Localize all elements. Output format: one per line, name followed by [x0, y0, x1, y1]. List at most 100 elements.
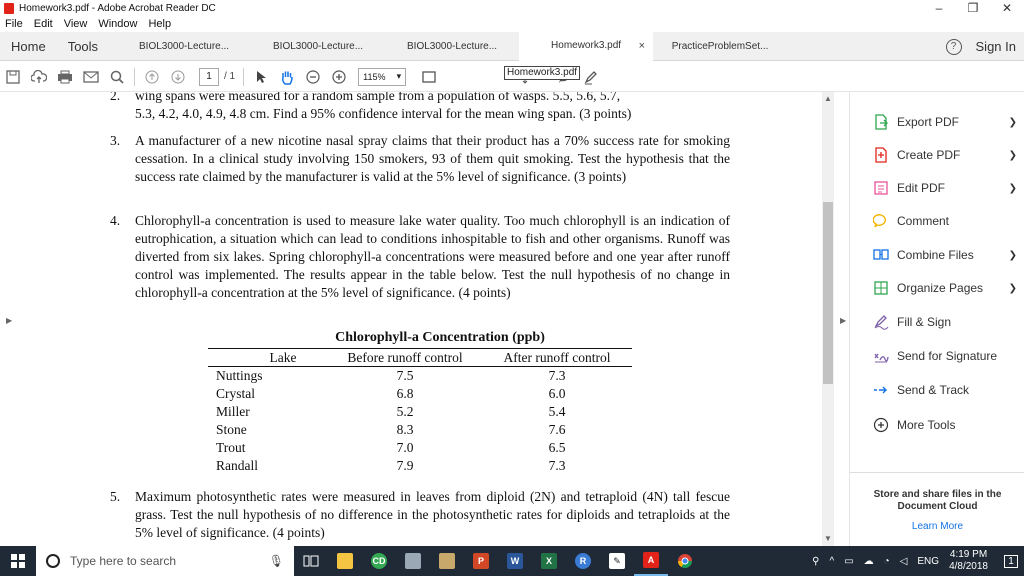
table-row: Trout 7.0 6.5: [208, 439, 632, 457]
file-explorer-icon[interactable]: [328, 546, 362, 576]
send-signature-icon: [872, 347, 890, 365]
page-number-input[interactable]: 1: [199, 67, 219, 86]
tool-combine-files[interactable]: Combine Files ❯: [872, 245, 1017, 265]
table-cell: Crystal: [216, 385, 255, 401]
select-cursor-icon[interactable]: [248, 62, 274, 92]
scroll-up-icon[interactable]: ▲: [824, 94, 832, 103]
zoom-out-icon[interactable]: [300, 62, 326, 92]
chevron-down-icon[interactable]: ❯: [1009, 283, 1017, 294]
toolbar-divider: [243, 67, 245, 86]
cd-app-icon[interactable]: CD: [362, 546, 396, 576]
chevron-up-icon[interactable]: ^: [829, 556, 834, 567]
expand-left-panel-icon[interactable]: ▶: [6, 316, 12, 325]
tool-organize-pages[interactable]: Organize Pages ❯: [872, 278, 1017, 298]
table-row: Stone 8.3 7.6: [208, 421, 632, 439]
chevron-down-icon[interactable]: ❯: [1009, 250, 1017, 261]
tab-tools[interactable]: Tools: [57, 39, 109, 54]
tool-create-pdf[interactable]: Create PDF ❯: [872, 145, 1017, 165]
tool-fill-sign[interactable]: Fill & Sign: [872, 312, 1017, 332]
tool-label: Send & Track: [897, 383, 970, 397]
zoom-in-icon[interactable]: [326, 62, 352, 92]
menu-edit[interactable]: Edit: [34, 18, 53, 30]
question-5-text: Maximum photosynthetic rates were measur…: [135, 489, 730, 540]
close-window-button[interactable]: ✕: [990, 0, 1024, 16]
previous-page-icon[interactable]: [139, 62, 165, 92]
clock[interactable]: 4:19 PM 4/8/2018: [949, 549, 988, 573]
tool-edit-pdf[interactable]: Edit PDF ❯: [872, 178, 1017, 198]
next-page-icon[interactable]: [165, 62, 191, 92]
tool-send-signature[interactable]: Send for Signature: [872, 346, 1017, 366]
upload-cloud-icon[interactable]: [26, 62, 52, 92]
tool-comment[interactable]: Comment: [872, 211, 1017, 231]
learn-more-link[interactable]: Learn More: [850, 521, 1024, 532]
zoom-select[interactable]: 115% ▾: [358, 67, 407, 86]
tab-document-2[interactable]: BIOL3000-Lecture...: [251, 32, 385, 61]
table-cell: 8.3: [396, 421, 414, 437]
save-icon[interactable]: [0, 62, 26, 92]
fit-page-icon[interactable]: [416, 62, 442, 92]
photos-app-icon[interactable]: [396, 546, 430, 576]
print-icon[interactable]: [52, 62, 78, 92]
tool-label: Organize Pages: [897, 281, 984, 295]
volume-icon[interactable]: ◁: [900, 556, 908, 567]
tab-home[interactable]: Home: [0, 39, 57, 54]
people-icon[interactable]: ⚲: [812, 556, 819, 567]
table-cell: Stone: [216, 421, 247, 437]
onedrive-cloud-icon[interactable]: ☁: [864, 556, 874, 567]
action-center-icon[interactable]: 1: [998, 546, 1024, 576]
scroll-down-icon[interactable]: ▼: [824, 534, 832, 543]
tool-send-track[interactable]: Send & Track: [872, 380, 1017, 400]
language-indicator[interactable]: ENG: [917, 556, 939, 567]
document-scrollbar[interactable]: ▲ ▼: [822, 92, 834, 546]
minimize-button[interactable]: –: [922, 0, 956, 16]
restore-button[interactable]: ❐: [956, 0, 990, 16]
tool-export-pdf[interactable]: Export PDF ❯: [872, 112, 1017, 132]
menu-help[interactable]: Help: [148, 18, 171, 30]
question-5: 5. Maximum photosynthetic rates were mea…: [110, 488, 730, 542]
search-icon[interactable]: [104, 62, 130, 92]
column-header: After runoff control: [482, 348, 632, 367]
excel-icon[interactable]: X: [532, 546, 566, 576]
tool-label: More Tools: [897, 418, 956, 432]
powerpoint-icon[interactable]: P: [464, 546, 498, 576]
menu-view[interactable]: View: [64, 18, 88, 30]
archive-app-icon[interactable]: [430, 546, 464, 576]
acrobat-taskbar-icon[interactable]: A: [634, 546, 668, 576]
question-2-text: 5.3, 4.2, 4.0, 4.9, 4.8 cm. Find a 95% c…: [135, 106, 632, 121]
tab-close-button[interactable]: ×: [639, 40, 645, 52]
chevron-down-icon[interactable]: ❯: [1009, 183, 1017, 194]
tool-more-tools[interactable]: More Tools: [872, 415, 1017, 435]
taskbar-search-box[interactable]: Type here to search 🎙: [36, 546, 294, 576]
highlight-pen-icon[interactable]: [578, 62, 604, 92]
document-view[interactable]: 2. wing spans were measured for a random…: [0, 92, 820, 546]
help-icon[interactable]: ?: [945, 38, 962, 55]
tool-label: Export PDF: [897, 115, 960, 129]
menu-window[interactable]: Window: [98, 18, 137, 30]
word-icon[interactable]: W: [498, 546, 532, 576]
tab-document-homework3[interactable]: Homework3.pdf ×: [519, 31, 654, 61]
collapse-right-panel-icon[interactable]: ▶: [840, 316, 846, 325]
sign-in-link[interactable]: Sign In: [976, 39, 1016, 54]
chevron-down-icon[interactable]: ❯: [1009, 150, 1017, 161]
tab-document-1[interactable]: BIOL3000-Lecture...: [117, 32, 251, 61]
wifi-icon[interactable]: ◔: [884, 556, 890, 567]
battery-icon[interactable]: ▭: [844, 556, 853, 567]
tab-document-3[interactable]: BIOL3000-Lecture...: [385, 32, 519, 61]
scrollbar-thumb[interactable]: [823, 202, 833, 384]
r-app-icon[interactable]: R: [566, 546, 600, 576]
start-button[interactable]: [0, 546, 36, 576]
pen-app-icon[interactable]: ✎: [600, 546, 634, 576]
question-2: 2. wing spans were measured for a random…: [110, 92, 730, 123]
combine-files-icon: [872, 246, 890, 264]
menu-file[interactable]: File: [5, 18, 23, 30]
chevron-down-icon[interactable]: ❯: [1009, 117, 1017, 128]
microphone-icon[interactable]: 🎙: [269, 554, 284, 568]
email-icon[interactable]: [78, 62, 104, 92]
hand-tool-icon[interactable]: [274, 62, 300, 92]
task-view-button[interactable]: [294, 546, 328, 576]
tab-document-5[interactable]: PracticeProblemSet...: [653, 32, 787, 61]
send-track-icon: [872, 381, 890, 399]
question-3: 3. A manufacturer of a new nicotine nasa…: [110, 132, 730, 186]
question-3-text: A manufacturer of a new nicotine nasal s…: [135, 133, 730, 184]
chrome-icon[interactable]: [668, 546, 702, 576]
